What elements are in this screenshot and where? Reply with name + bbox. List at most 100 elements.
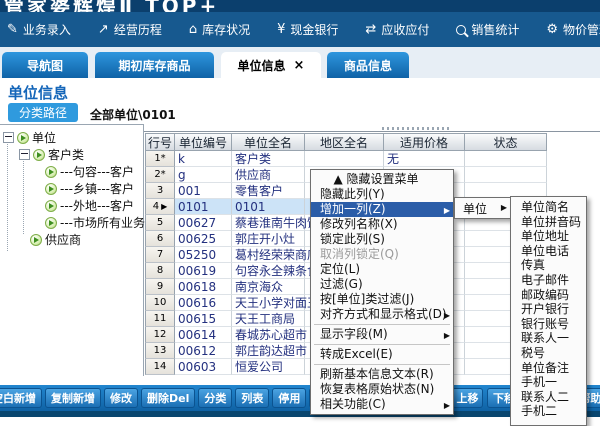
menu-item-label: 显示字段(M) bbox=[320, 327, 388, 341]
field-item-tax-number[interactable]: 税号 bbox=[511, 346, 586, 361]
close-icon[interactable]: × bbox=[294, 58, 305, 73]
col-status[interactable]: 状态 bbox=[465, 133, 547, 151]
col-row-number[interactable]: 行号 bbox=[145, 133, 175, 151]
field-item-address[interactable]: 单位地址 bbox=[511, 229, 586, 244]
tree-label: ---乡镇---客户 bbox=[60, 180, 134, 197]
tab-label: 导航图 bbox=[27, 57, 63, 74]
tab-product-info[interactable]: 商品信息 bbox=[327, 52, 409, 78]
blank-add-button[interactable]: 空白新增 bbox=[0, 388, 42, 408]
delete-button[interactable]: 删除Del bbox=[141, 388, 195, 408]
menu-item-cash-bank[interactable]: ¥ 现金银行 bbox=[277, 21, 338, 38]
yen-icon: ¥ bbox=[277, 23, 285, 36]
unit-submenu[interactable]: 单位 ▶ bbox=[454, 197, 511, 219]
gear-icon: ⚙ bbox=[546, 23, 558, 36]
tree-item-market-salesmen[interactable]: ---市场所有业务员 bbox=[0, 214, 143, 231]
tab-bar: 导航图 期初库存商品 单位信息 × 商品信息 bbox=[0, 47, 600, 78]
splitter-handle[interactable] bbox=[382, 127, 452, 130]
tree-item-unit[interactable]: 单位 bbox=[0, 129, 143, 146]
list-button[interactable]: 列表 bbox=[235, 388, 269, 408]
menu-item-operation-history[interactable]: ↗ 经营历程 bbox=[98, 21, 162, 38]
menu-label: 业务录入 bbox=[23, 21, 71, 38]
context-menu-item-locate[interactable]: 定位(L) bbox=[311, 262, 453, 277]
cell-code: 0101 bbox=[175, 199, 232, 215]
context-menu-item-show-fields[interactable]: 显示字段(M) ▶ bbox=[311, 327, 453, 342]
context-menu-item-rename-column[interactable]: 修改列名称(X) bbox=[311, 217, 453, 232]
cell-name: 郭庄韵达超市 bbox=[232, 343, 305, 359]
transfer-icon: ⇄ bbox=[365, 23, 376, 36]
menu-label: 应收应付 bbox=[381, 21, 429, 38]
category-button[interactable]: 分类 bbox=[198, 388, 232, 408]
context-menu-item-related-functions[interactable]: 相关功能(C) ▶ bbox=[311, 397, 453, 412]
row-number-cell: 11 bbox=[145, 311, 175, 327]
context-menu-item-filter-by-unit-class[interactable]: 按[单位]类过滤(J) bbox=[311, 292, 453, 307]
submenu-arrow-icon: ▶ bbox=[501, 203, 507, 212]
tree-item-jurong-customer[interactable]: ---句容---客户 bbox=[0, 163, 143, 180]
tree-item-township-customer[interactable]: ---乡镇---客户 bbox=[0, 180, 143, 197]
table-row[interactable]: 1* k 客户类 无 bbox=[145, 151, 547, 167]
context-menu-item-refresh-info-text[interactable]: 刷新基本信息文本(R) bbox=[311, 367, 453, 382]
col-region-name[interactable]: 地区全名 bbox=[305, 133, 384, 151]
menu-item-price-management[interactable]: ⚙ 物价管理 bbox=[546, 21, 600, 38]
tree-item-outland-customer[interactable]: ---外地---客户 bbox=[0, 197, 143, 214]
disable-button[interactable]: 停用 bbox=[272, 388, 306, 408]
fields-submenu: 单位简名 单位拼音码 单位地址 单位电话 传真 电子邮件 邮政编码 开户银行 银… bbox=[510, 196, 587, 426]
move-up-button[interactable]: 上移 bbox=[452, 388, 483, 408]
tab-unit-info[interactable]: 单位信息 × bbox=[221, 52, 321, 78]
context-menu-item-align-format[interactable]: 对齐方式和显示格式(D) ▶ bbox=[311, 307, 453, 322]
modify-button[interactable]: 修改 bbox=[104, 388, 138, 408]
menu-label: 现金银行 bbox=[290, 21, 338, 38]
col-unit-name[interactable]: 单位全名 bbox=[232, 133, 305, 151]
col-price-level[interactable]: 适用价格 bbox=[384, 133, 465, 151]
tab-initial-inventory[interactable]: 期初库存商品 bbox=[95, 52, 214, 78]
field-item-unit-remark[interactable]: 单位备注 bbox=[511, 361, 586, 376]
context-menu-item-hide-column[interactable]: 隐藏此列(Y) bbox=[311, 187, 453, 202]
cell-name: 郭庄开小灶 bbox=[232, 231, 305, 247]
field-item-fax[interactable]: 传真 bbox=[511, 258, 586, 273]
classification-path-button[interactable]: 分类路径 bbox=[8, 103, 78, 122]
field-item-bank-account[interactable]: 银行账号 bbox=[511, 317, 586, 332]
row-number-cell: 1* bbox=[145, 151, 175, 167]
context-menu-item-add-column[interactable]: 增加一列(Z) ▶ bbox=[311, 202, 453, 217]
context-menu-item-export-excel[interactable]: 转成Excel(E) bbox=[311, 347, 453, 362]
classification-path-value: 全部单位\0101 bbox=[90, 106, 176, 123]
tree-label: 客户类 bbox=[48, 146, 84, 163]
menu-item-inventory-status[interactable]: ⌂ 库存状况 bbox=[189, 21, 250, 38]
collapse-icon[interactable] bbox=[3, 132, 14, 143]
col-unit-code[interactable]: 单位编号 bbox=[175, 133, 232, 151]
cell-name: 供应商 bbox=[232, 167, 305, 183]
tab-label: 商品信息 bbox=[344, 57, 392, 74]
context-menu-item-filter[interactable]: 过滤(G) bbox=[311, 277, 453, 292]
cell-code: k bbox=[175, 151, 232, 167]
menu-label: 销售统计 bbox=[471, 21, 519, 38]
cell-name: 恒爱公司 bbox=[232, 359, 305, 375]
field-item-contact-1[interactable]: 联系人一 bbox=[511, 331, 586, 346]
menu-item-business-entry[interactable]: ✎ 业务录入 bbox=[7, 21, 71, 38]
menu-item-sales-stats[interactable]: 销售统计 bbox=[456, 21, 519, 38]
field-item-contact-2[interactable]: 联系人二 bbox=[511, 390, 586, 405]
cell-code: 00614 bbox=[175, 327, 232, 343]
field-item-unit-short-name[interactable]: 单位简名 bbox=[511, 200, 586, 215]
context-menu-item-unlock-column: 取消列锁定(Q) bbox=[311, 247, 453, 262]
context-menu-item-lock-column[interactable]: 锁定此列(S) bbox=[311, 232, 453, 247]
copy-add-button[interactable]: 复制新增 bbox=[45, 388, 101, 408]
tree-item-customer-class[interactable]: 客户类 bbox=[0, 146, 143, 163]
field-item-bank[interactable]: 开户银行 bbox=[511, 302, 586, 317]
cell-code: 00625 bbox=[175, 231, 232, 247]
panel-divider bbox=[144, 131, 600, 132]
field-item-email[interactable]: 电子邮件 bbox=[511, 273, 586, 288]
collapse-icon[interactable] bbox=[19, 149, 30, 160]
field-item-postcode[interactable]: 邮政编码 bbox=[511, 288, 586, 303]
context-menu-item-hide-settings-menu[interactable]: ▲ 隐藏设置菜单 bbox=[311, 172, 453, 187]
field-item-pinyin-code[interactable]: 单位拼音码 bbox=[511, 215, 586, 230]
tab-navigation[interactable]: 导航图 bbox=[2, 52, 88, 78]
field-item-mobile-1[interactable]: 手机一 bbox=[511, 375, 586, 390]
tree-item-supplier[interactable]: 供应商 bbox=[0, 231, 143, 248]
field-item-phone[interactable]: 单位电话 bbox=[511, 244, 586, 259]
menu-item-label: 增加一列(Z) bbox=[320, 202, 386, 216]
play-icon bbox=[45, 217, 57, 229]
menu-item-receivable-payable[interactable]: ⇄ 应收应付 bbox=[365, 21, 429, 38]
submenu-arrow-icon: ▶ bbox=[444, 328, 450, 342]
menu-label: 物价管理 bbox=[563, 21, 600, 38]
row-number-cell: 13 bbox=[145, 343, 175, 359]
context-menu-item-restore-table-state[interactable]: 恢复表格原始状态(N) bbox=[311, 382, 453, 397]
